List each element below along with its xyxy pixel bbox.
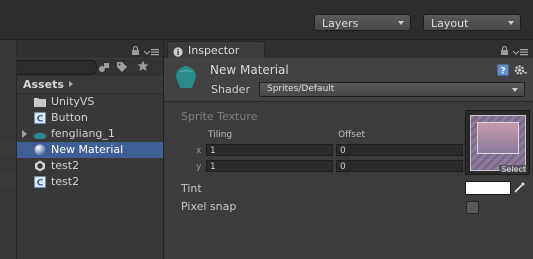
list-item-label: New Material bbox=[51, 143, 124, 156]
layers-label: Layers bbox=[322, 17, 359, 30]
lock-icon[interactable] bbox=[131, 45, 140, 55]
material-name: New Material bbox=[210, 63, 289, 77]
list-item[interactable]: C test2 bbox=[17, 174, 163, 190]
filter-by-type-icon[interactable] bbox=[98, 61, 110, 73]
list-item-label: UnityVS bbox=[51, 95, 95, 108]
script-icon: C bbox=[34, 112, 46, 125]
select-texture-button[interactable]: Select bbox=[499, 165, 528, 174]
list-item-label: fengliang_1 bbox=[51, 127, 115, 140]
texture-thumbnail bbox=[470, 115, 526, 171]
list-item[interactable]: test2 bbox=[17, 158, 163, 174]
list-item[interactable]: fengliang_1 bbox=[17, 126, 163, 142]
list-item[interactable]: UnityVS bbox=[17, 94, 163, 110]
list-item-label: test2 bbox=[51, 175, 80, 188]
tiling-label: Tiling bbox=[208, 130, 233, 140]
shader-value: Sprites/Default bbox=[267, 84, 335, 94]
tint-label: Tint bbox=[181, 182, 202, 195]
pixel-snap-label: Pixel snap bbox=[181, 200, 237, 213]
x-label: x bbox=[196, 146, 202, 156]
tint-color-swatch[interactable] bbox=[465, 181, 511, 195]
favorites-star-icon[interactable] bbox=[137, 60, 149, 72]
chevron-down-icon bbox=[512, 88, 518, 92]
material-preview-icon bbox=[174, 64, 198, 90]
list-item-label: Button bbox=[51, 111, 88, 124]
folder-icon bbox=[34, 96, 46, 108]
filter-by-label-icon[interactable] bbox=[116, 61, 128, 73]
expand-arrow-icon[interactable] bbox=[22, 130, 27, 138]
tiling-y-field[interactable]: 1 bbox=[206, 160, 333, 172]
offset-label: Offset bbox=[338, 130, 366, 140]
texture-image bbox=[477, 122, 519, 154]
tiling-x-field[interactable]: 1 bbox=[206, 144, 333, 156]
tree-row-partial[interactable] bbox=[0, 140, 16, 156]
list-item[interactable]: C Button bbox=[17, 110, 163, 126]
svg-text:C: C bbox=[37, 179, 44, 189]
tab-inspector[interactable]: Inspector bbox=[167, 41, 265, 59]
sprite-texture-label: Sprite Texture bbox=[181, 110, 258, 123]
svg-text:?: ? bbox=[500, 67, 505, 77]
layout-dropdown[interactable]: Layout bbox=[423, 14, 521, 31]
script-icon: C bbox=[34, 176, 46, 189]
y-label: y bbox=[196, 162, 202, 172]
help-book-icon[interactable]: ? bbox=[497, 64, 509, 77]
list-item-label: test2 bbox=[51, 159, 80, 172]
pane-menu-icon[interactable] bbox=[512, 46, 528, 56]
layers-dropdown[interactable]: Layers bbox=[314, 14, 411, 31]
lock-icon[interactable] bbox=[500, 45, 509, 55]
assets-breadcrumb[interactable]: Assets bbox=[17, 76, 163, 94]
assets-label: Assets bbox=[23, 78, 64, 91]
pane-menu-icon[interactable] bbox=[143, 46, 159, 56]
chevron-down-icon bbox=[398, 21, 404, 25]
svg-text:C: C bbox=[37, 115, 44, 125]
info-icon bbox=[173, 45, 183, 57]
tab-label: Inspector bbox=[188, 44, 240, 57]
unity-scene-icon bbox=[34, 160, 46, 172]
shader-dropdown[interactable]: Sprites/Default bbox=[259, 82, 525, 97]
layout-label: Layout bbox=[431, 17, 469, 30]
prefab-icon bbox=[32, 128, 48, 140]
gear-icon[interactable] bbox=[514, 64, 528, 76]
material-sphere-icon bbox=[34, 144, 46, 156]
texture-slot[interactable]: Select bbox=[465, 110, 530, 175]
eyedropper-icon[interactable] bbox=[513, 180, 527, 194]
tree-row-partial[interactable] bbox=[0, 172, 16, 188]
breadcrumb-arrow-icon bbox=[69, 81, 73, 87]
offset-y-field[interactable]: 0 bbox=[336, 160, 463, 172]
shader-label: Shader bbox=[211, 83, 250, 96]
assets-list: UnityVS C Button fengliang_1 New Materia… bbox=[17, 94, 163, 259]
pixel-snap-checkbox[interactable] bbox=[466, 201, 479, 214]
chevron-down-icon bbox=[508, 21, 514, 25]
list-item-selected[interactable]: New Material bbox=[17, 142, 163, 158]
offset-x-field[interactable]: 0 bbox=[336, 144, 463, 156]
